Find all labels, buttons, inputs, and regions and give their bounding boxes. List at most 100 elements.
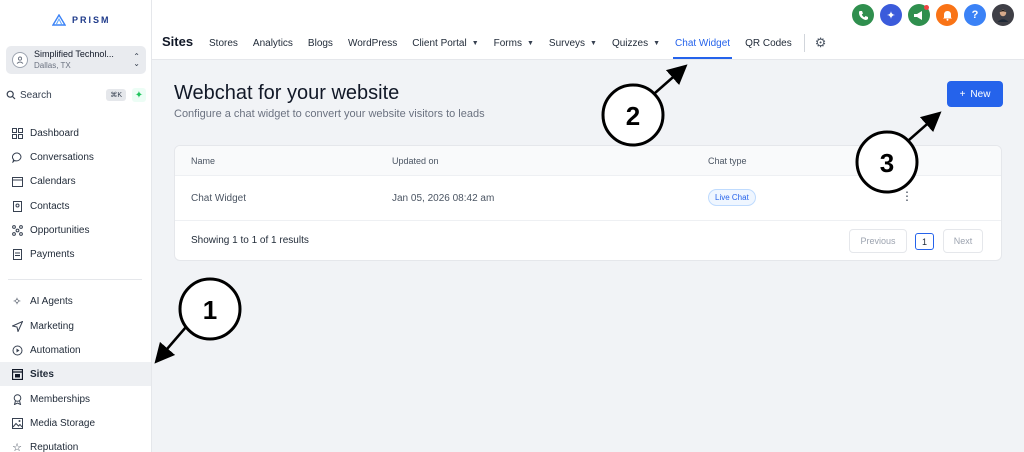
more-options-icon[interactable]: ⋮ — [901, 190, 913, 202]
sidebar-item-label: Calendars — [30, 175, 76, 187]
tab-label: Analytics — [252, 37, 293, 49]
column-header-name: Name — [191, 156, 216, 166]
tab-chat-widget[interactable]: Chat Widget — [673, 30, 733, 59]
sidebar-item-payments[interactable]: Payments — [0, 242, 151, 266]
sidebar-item-label: Sites — [30, 368, 54, 380]
sidebar-item-opportunities[interactable]: Opportunities — [0, 218, 151, 242]
account-switcher[interactable]: Simplified Technol... Dallas, TX ⌃ ⌄ — [6, 46, 146, 74]
annotation-number: 1 — [203, 295, 217, 325]
section-title: Sites — [162, 34, 194, 49]
tab-label: QR Codes — [745, 37, 792, 49]
sidebar-item-marketing[interactable]: Marketing — [0, 314, 151, 338]
search-label: Search — [20, 89, 52, 101]
logo[interactable]: PRISM — [52, 14, 111, 26]
logo-text: PRISM — [72, 15, 111, 25]
sidebar-item-reputation[interactable]: ☆ Reputation — [0, 435, 151, 452]
account-icon — [12, 52, 28, 68]
plus-icon: + — [959, 88, 966, 100]
table-footer: Showing 1 to 1 of 1 results Previous 1 N… — [175, 221, 1001, 260]
sidebar-divider — [8, 279, 142, 280]
memberships-icon — [11, 393, 23, 405]
search-shortcut: ⌘K — [106, 89, 126, 101]
page-title: Webchat for your website — [174, 82, 400, 104]
chevron-down-icon: ▼ — [590, 39, 597, 47]
tab-label: Chat Widget — [675, 37, 731, 49]
chevron-down-icon: ▼ — [653, 39, 661, 47]
sidebar-item-automation[interactable]: Automation — [0, 338, 151, 362]
sparkle-icon: ✧ — [12, 295, 22, 308]
tab-surveys[interactable]: Surveys ▼ — [549, 30, 597, 56]
sidebar-item-contacts[interactable]: Contacts — [0, 194, 151, 218]
bell-icon[interactable] — [936, 4, 958, 26]
sidebar-item-label: Conversations — [30, 151, 94, 163]
top-icons: ✦ ? — [852, 4, 1014, 26]
tab-quizzes[interactable]: Quizzes ▼ — [612, 30, 660, 56]
sidebar-item-label: Contacts — [30, 200, 70, 212]
column-header-type: Chat type — [708, 156, 747, 166]
previous-button[interactable]: Previous — [849, 229, 907, 253]
sidebar-item-label: Dashboard — [30, 127, 79, 139]
help-icon[interactable]: ? — [964, 4, 986, 26]
page-number[interactable]: 1 — [915, 233, 934, 250]
new-button-label: New — [970, 88, 991, 100]
magic-icon[interactable]: ✦ — [880, 4, 902, 26]
payments-icon — [11, 248, 23, 260]
sidebar-item-memberships[interactable]: Memberships — [0, 387, 151, 411]
page-subtitle: Configure a chat widget to convert your … — [174, 108, 485, 120]
phone-icon[interactable] — [852, 4, 874, 26]
sidebar-item-sites[interactable]: Sites — [0, 362, 151, 386]
widgets-table: Name Updated on Chat type Chat Widget Ja… — [174, 145, 1002, 261]
results-summary: Showing 1 to 1 of 1 results — [191, 235, 309, 246]
tab-label: WordPress — [347, 37, 398, 49]
annotation-2: 2 — [601, 64, 688, 147]
search-bar[interactable]: Search ⌘K ✦ — [6, 86, 146, 104]
star-icon: ☆ — [12, 441, 22, 452]
sidebar-item-label: Reputation — [30, 441, 79, 452]
tab-label: Quizzes — [611, 37, 649, 49]
tab-wordpress[interactable]: WordPress — [348, 30, 397, 56]
ai-sparkle-icon[interactable]: ✦ — [132, 88, 146, 102]
widget-updated: Jan 05, 2026 08:42 am — [392, 193, 495, 204]
chevron-updown-icon: ⌃ ⌄ — [133, 52, 140, 68]
tab-qr-codes[interactable]: QR Codes — [745, 30, 792, 56]
tab-label: Forms — [493, 37, 522, 49]
sidebar-item-media-storage[interactable]: Media Storage — [0, 411, 151, 435]
megaphone-icon[interactable] — [908, 4, 930, 26]
tab-label: Blogs — [307, 37, 333, 49]
tab-analytics[interactable]: Analytics — [253, 30, 293, 56]
sidebar-item-label: Media Storage — [30, 417, 96, 429]
account-location: Dallas, TX — [34, 61, 71, 70]
automation-icon — [11, 344, 23, 356]
annotation-number: 2 — [626, 101, 640, 131]
next-button[interactable]: Next — [943, 229, 983, 253]
sidebar-item-calendars[interactable]: Calendars — [0, 169, 151, 193]
tab-bar: Stores Analytics Blogs WordPress Client … — [209, 30, 827, 59]
tab-forms[interactable]: Forms ▼ — [494, 30, 534, 56]
opportunities-icon — [11, 224, 23, 236]
annotation-1: 1 — [154, 277, 242, 364]
contacts-icon — [11, 200, 23, 212]
tab-label: Surveys — [548, 37, 586, 49]
gear-icon[interactable]: ⚙ — [815, 35, 827, 51]
chevron-down-icon: ▼ — [471, 39, 479, 47]
chat-type-badge: Live Chat — [708, 189, 756, 206]
account-name: Simplified Technol... — [34, 49, 114, 59]
tab-separator — [803, 34, 805, 52]
sidebar-item-label: Opportunities — [30, 224, 90, 236]
sidebar-item-conversations[interactable]: Conversations — [0, 145, 151, 169]
tab-blogs[interactable]: Blogs — [308, 30, 333, 56]
tab-stores[interactable]: Stores — [209, 30, 238, 56]
table-header: Name Updated on Chat type — [175, 146, 1001, 176]
new-button[interactable]: + New — [947, 81, 1003, 107]
column-header-updated: Updated on — [392, 156, 439, 166]
notification-dot — [924, 5, 929, 10]
tab-client-portal[interactable]: Client Portal ▼ — [412, 30, 478, 56]
sidebar-item-ai-agents[interactable]: ✧ AI Agents — [0, 289, 151, 313]
table-row[interactable]: Chat Widget Jan 05, 2026 08:42 am Live C… — [175, 176, 1001, 221]
sidebar: PRISM Simplified Technol... Dallas, TX ⌃… — [0, 0, 152, 452]
user-avatar[interactable] — [992, 4, 1014, 26]
widget-name[interactable]: Chat Widget — [191, 193, 246, 204]
send-icon — [11, 320, 23, 332]
sidebar-item-dashboard[interactable]: Dashboard — [0, 121, 151, 145]
sidebar-item-label: Payments — [30, 248, 75, 260]
